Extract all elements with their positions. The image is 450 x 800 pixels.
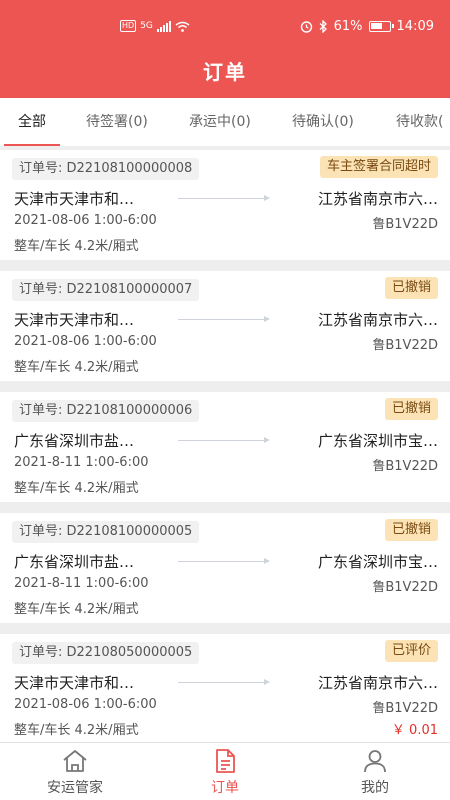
load-time: 2021-8-11 1:00-6:00	[14, 576, 149, 591]
tab-pending-payment[interactable]: 待收款(	[396, 98, 443, 146]
status-badge: 已评价	[384, 640, 438, 662]
destination-address: 江苏省南京市六…	[317, 674, 438, 692]
origin-address: 天津市天津市和…	[14, 190, 135, 208]
route-arrow-icon	[178, 679, 270, 685]
tab-in-transit[interactable]: 承运中(0)	[189, 98, 251, 146]
clock: 14:09	[396, 18, 434, 34]
order-number: 订单号: D22108100000006	[12, 400, 200, 422]
origin-address: 广东省深圳市盐…	[14, 553, 135, 571]
nav-profile[interactable]: 我的	[300, 743, 450, 800]
vehicle-spec: 整车/车长 4.2米/厢式	[14, 481, 139, 496]
status-badge: 车主签署合同超时	[319, 156, 438, 178]
status-bar: HD 5G 61% 14:09	[0, 0, 450, 52]
order-number: 订单号: D22108100000005	[12, 521, 200, 543]
route-arrow-icon	[178, 437, 270, 443]
load-time: 2021-08-06 1:00-6:00	[14, 213, 157, 228]
vehicle-spec: 整车/车长 4.2米/厢式	[14, 360, 139, 375]
destination-address: 江苏省南京市六…	[317, 311, 438, 329]
destination-address: 广东省深圳市宝…	[317, 553, 438, 571]
destination-address: 江苏省南京市六…	[317, 190, 438, 208]
status-badge: 已撤销	[384, 277, 438, 299]
order-status-tabs: 全部 待签署(0) 承运中(0) 待确认(0) 待收款(	[0, 98, 450, 146]
load-time: 2021-8-11 1:00-6:00	[14, 455, 149, 470]
wifi-icon	[175, 21, 190, 32]
order-card[interactable]: 订单号: D22108100000005 已撤销 广东省深圳市盐… 广东省深圳市…	[0, 513, 450, 623]
nav-orders[interactable]: 订单	[150, 743, 300, 800]
destination-address: 广东省深圳市宝…	[317, 432, 438, 450]
nav-orders-label: 订单	[211, 780, 239, 796]
signal-icon	[156, 20, 171, 32]
order-number: 订单号: D22108100000008	[12, 158, 200, 180]
bottom-nav: 安运管家 订单 我的	[0, 742, 450, 800]
load-time: 2021-08-06 1:00-6:00	[14, 697, 157, 712]
nav-profile-label: 我的	[361, 780, 389, 796]
status-left: HD 5G	[120, 18, 190, 34]
vehicle-spec: 整车/车长 4.2米/厢式	[14, 602, 139, 617]
network-label: 5G	[140, 21, 153, 31]
plate-number: 鲁B1V22D	[372, 701, 438, 716]
route-arrow-icon	[178, 558, 270, 564]
bluetooth-icon	[319, 19, 327, 33]
status-badge: 已撤销	[384, 519, 438, 541]
tab-pending-confirm[interactable]: 待确认(0)	[292, 98, 354, 146]
plate-number: 鲁B1V22D	[372, 217, 438, 232]
home-icon	[63, 750, 87, 772]
battery-icon	[368, 20, 394, 32]
hd-indicator: HD	[120, 20, 137, 32]
vehicle-spec: 整车/车长 4.2米/厢式	[14, 239, 139, 254]
vehicle-spec: 整车/车长 4.2米/厢式	[14, 723, 139, 738]
order-number: 订单号: D22108100000007	[12, 279, 200, 301]
plate-number: 鲁B1V22D	[372, 338, 438, 353]
order-number: 订单号: D22108050000005	[12, 642, 200, 664]
status-right: 61% 14:09	[300, 17, 434, 35]
order-price: ￥ 0.01	[391, 723, 438, 738]
origin-address: 广东省深圳市盐…	[14, 432, 135, 450]
tab-pending-sign[interactable]: 待签署(0)	[86, 98, 148, 146]
page-title: 订单	[203, 60, 247, 84]
order-card[interactable]: 订单号: D22108100000006 已撤销 广东省深圳市盐… 广东省深圳市…	[0, 392, 450, 502]
battery-percent: 61%	[333, 18, 363, 34]
nav-home[interactable]: 安运管家	[0, 743, 150, 800]
route-arrow-icon	[178, 195, 270, 201]
load-time: 2021-08-06 1:00-6:00	[14, 334, 157, 349]
document-icon	[216, 749, 235, 773]
origin-address: 天津市天津市和…	[14, 311, 135, 329]
plate-number: 鲁B1V22D	[372, 580, 438, 595]
origin-address: 天津市天津市和…	[14, 674, 135, 692]
route-arrow-icon	[178, 316, 270, 322]
plate-number: 鲁B1V22D	[372, 459, 438, 474]
app-header: HD 5G 61% 14:09 订单	[0, 0, 450, 98]
alarm-icon	[300, 20, 312, 33]
status-badge: 已撤销	[384, 398, 438, 420]
order-card[interactable]: 订单号: D22108100000008 车主签署合同超时 天津市天津市和… 江…	[0, 150, 450, 260]
order-card[interactable]: 订单号: D22108100000007 已撤销 天津市天津市和… 江苏省南京市…	[0, 271, 450, 381]
tab-all[interactable]: 全部	[4, 98, 60, 146]
nav-home-label: 安运管家	[47, 780, 103, 796]
user-icon	[364, 750, 386, 773]
order-card[interactable]: 订单号: D22108050000005 已评价 天津市天津市和… 江苏省南京市…	[0, 634, 450, 744]
